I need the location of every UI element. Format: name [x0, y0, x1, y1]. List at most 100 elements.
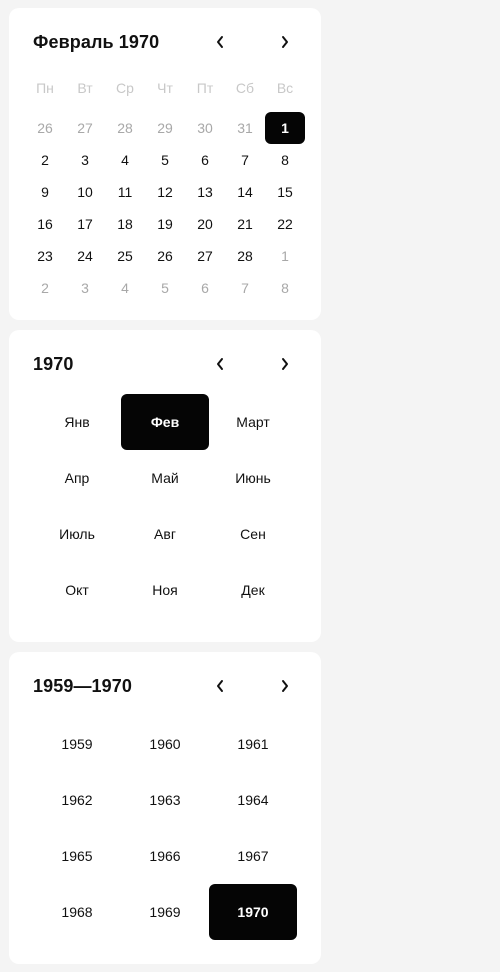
day-cell-outside[interactable]: 6 — [185, 272, 225, 304]
day-cell[interactable]: 6 — [185, 144, 225, 176]
week-row: 9 10 11 12 13 14 15 — [25, 176, 305, 208]
day-cell[interactable]: 21 — [225, 208, 265, 240]
month-cell[interactable]: Янв — [33, 394, 121, 450]
year-cell[interactable]: 1966 — [121, 828, 209, 884]
month-picker-title[interactable]: 1970 — [33, 352, 73, 376]
day-cell[interactable]: 26 — [145, 240, 185, 272]
week-row: 16 17 18 19 20 21 22 — [25, 208, 305, 240]
day-cell-outside[interactable]: 30 — [185, 112, 225, 144]
month-cell-selected[interactable]: Фев — [121, 394, 209, 450]
chevron-right-icon — [282, 36, 288, 48]
year-picker-next-button[interactable] — [273, 674, 297, 698]
chevron-left-icon — [217, 36, 223, 48]
day-cell-outside[interactable]: 8 — [265, 272, 305, 304]
year-cell[interactable]: 1967 — [209, 828, 297, 884]
day-picker-next-button[interactable] — [273, 30, 297, 54]
day-cell[interactable]: 12 — [145, 176, 185, 208]
year-cell[interactable]: 1960 — [121, 716, 209, 772]
weekday-label: Сб — [235, 80, 255, 96]
day-cell-outside[interactable]: 31 — [225, 112, 265, 144]
day-cell-outside[interactable]: 3 — [65, 272, 105, 304]
day-cell[interactable]: 20 — [185, 208, 225, 240]
weekday-label: Вс — [276, 80, 294, 96]
day-cell[interactable]: 9 — [25, 176, 65, 208]
day-cell-outside[interactable]: 7 — [225, 272, 265, 304]
day-cell-outside[interactable]: 29 — [145, 112, 185, 144]
day-cell[interactable]: 8 — [265, 144, 305, 176]
month-cell[interactable]: Дек — [209, 562, 297, 618]
year-cell[interactable]: 1965 — [33, 828, 121, 884]
day-cell-selected[interactable]: 1 — [265, 112, 305, 144]
chevron-right-icon — [282, 358, 288, 370]
month-cell[interactable]: Авг — [121, 506, 209, 562]
year-cell[interactable]: 1968 — [33, 884, 121, 940]
day-cell-outside[interactable]: 5 — [145, 272, 185, 304]
month-picker-next-button[interactable] — [273, 352, 297, 376]
day-cell[interactable]: 22 — [265, 208, 305, 240]
day-cell[interactable]: 25 — [105, 240, 145, 272]
day-picker-card: Февраль 1970 Пн Вт Ср Чт Пт Сб Вс 26 27 28 29 30 31… — [9, 8, 321, 320]
day-cell[interactable]: 19 — [145, 208, 185, 240]
chevron-left-icon — [217, 680, 223, 692]
week-row: 2345678 — [25, 144, 305, 176]
year-cell[interactable]: 1962 — [33, 772, 121, 828]
day-cell[interactable]: 7 — [225, 144, 265, 176]
month-cell[interactable]: Июль — [33, 506, 121, 562]
month-cell[interactable]: Март — [209, 394, 297, 450]
day-cell-outside[interactable]: 27 — [65, 112, 105, 144]
year-cell[interactable]: 1969 — [121, 884, 209, 940]
month-grid: Янв Фев Март Апр Май Июнь Июль Авг Сен Окт Ноя Дек — [33, 394, 297, 618]
year-picker-card: 1959—1970 1959 1960 1961 1962 1963 1964 1965 19… — [9, 652, 321, 964]
weekday-label: Пт — [196, 80, 214, 96]
weekday-header: Пн Вт Ср Чт Пт Сб Вс — [25, 76, 305, 100]
year-cell[interactable]: 1959 — [33, 716, 121, 772]
day-cell[interactable]: 5 — [145, 144, 185, 176]
month-picker-card: 1970 Янв Фев Март Апр Май Июнь Июль Авг Сен Окт Но… — [9, 330, 321, 642]
month-cell[interactable]: Май — [121, 450, 209, 506]
weekday-label: Ср — [116, 80, 134, 96]
week-row: 26 27 28 29 30 31 1 — [25, 112, 305, 144]
day-cell[interactable]: 28 — [225, 240, 265, 272]
day-cell-outside[interactable]: 26 — [25, 112, 65, 144]
day-picker-title[interactable]: Февраль 1970 — [33, 30, 159, 54]
day-cell[interactable]: 4 — [105, 144, 145, 176]
month-cell[interactable]: Июнь — [209, 450, 297, 506]
day-cell[interactable]: 15 — [265, 176, 305, 208]
day-cell-outside[interactable]: 1 — [265, 240, 305, 272]
year-grid: 1959 1960 1961 1962 1963 1964 1965 1966 1967 1968… — [33, 716, 297, 940]
chevron-right-icon — [282, 680, 288, 692]
year-cell[interactable]: 1961 — [209, 716, 297, 772]
year-cell[interactable]: 1963 — [121, 772, 209, 828]
year-picker-prev-button[interactable] — [208, 674, 232, 698]
year-cell-selected[interactable]: 1970 — [209, 884, 297, 940]
weekday-label: Вт — [77, 80, 93, 96]
month-cell[interactable]: Ноя — [121, 562, 209, 618]
day-cell[interactable]: 17 — [65, 208, 105, 240]
day-cell[interactable]: 3 — [65, 144, 105, 176]
weekday-label: Пн — [36, 80, 54, 96]
day-cell-outside[interactable]: 28 — [105, 112, 145, 144]
day-cell-label: 1 — [265, 112, 305, 144]
day-cell-outside[interactable]: 2 — [25, 272, 65, 304]
day-cell[interactable]: 16 — [25, 208, 65, 240]
chevron-left-icon — [217, 358, 223, 370]
month-cell[interactable]: Сен — [209, 506, 297, 562]
day-cell[interactable]: 18 — [105, 208, 145, 240]
day-cell[interactable]: 23 — [25, 240, 65, 272]
month-cell[interactable]: Апр — [33, 450, 121, 506]
day-cell[interactable]: 10 — [65, 176, 105, 208]
day-cell[interactable]: 11 — [105, 176, 145, 208]
day-cell[interactable]: 24 — [65, 240, 105, 272]
day-cell[interactable]: 14 — [225, 176, 265, 208]
year-cell[interactable]: 1964 — [209, 772, 297, 828]
day-cell[interactable]: 13 — [185, 176, 225, 208]
year-picker-title[interactable]: 1959—1970 — [33, 674, 132, 698]
month-picker-prev-button[interactable] — [208, 352, 232, 376]
day-cell-outside[interactable]: 4 — [105, 272, 145, 304]
week-row: 23 24 25 26 27 28 1 — [25, 240, 305, 272]
week-row: 2345678 — [25, 272, 305, 304]
day-cell[interactable]: 2 — [25, 144, 65, 176]
day-cell[interactable]: 27 — [185, 240, 225, 272]
month-cell[interactable]: Окт — [33, 562, 121, 618]
day-picker-prev-button[interactable] — [208, 30, 232, 54]
